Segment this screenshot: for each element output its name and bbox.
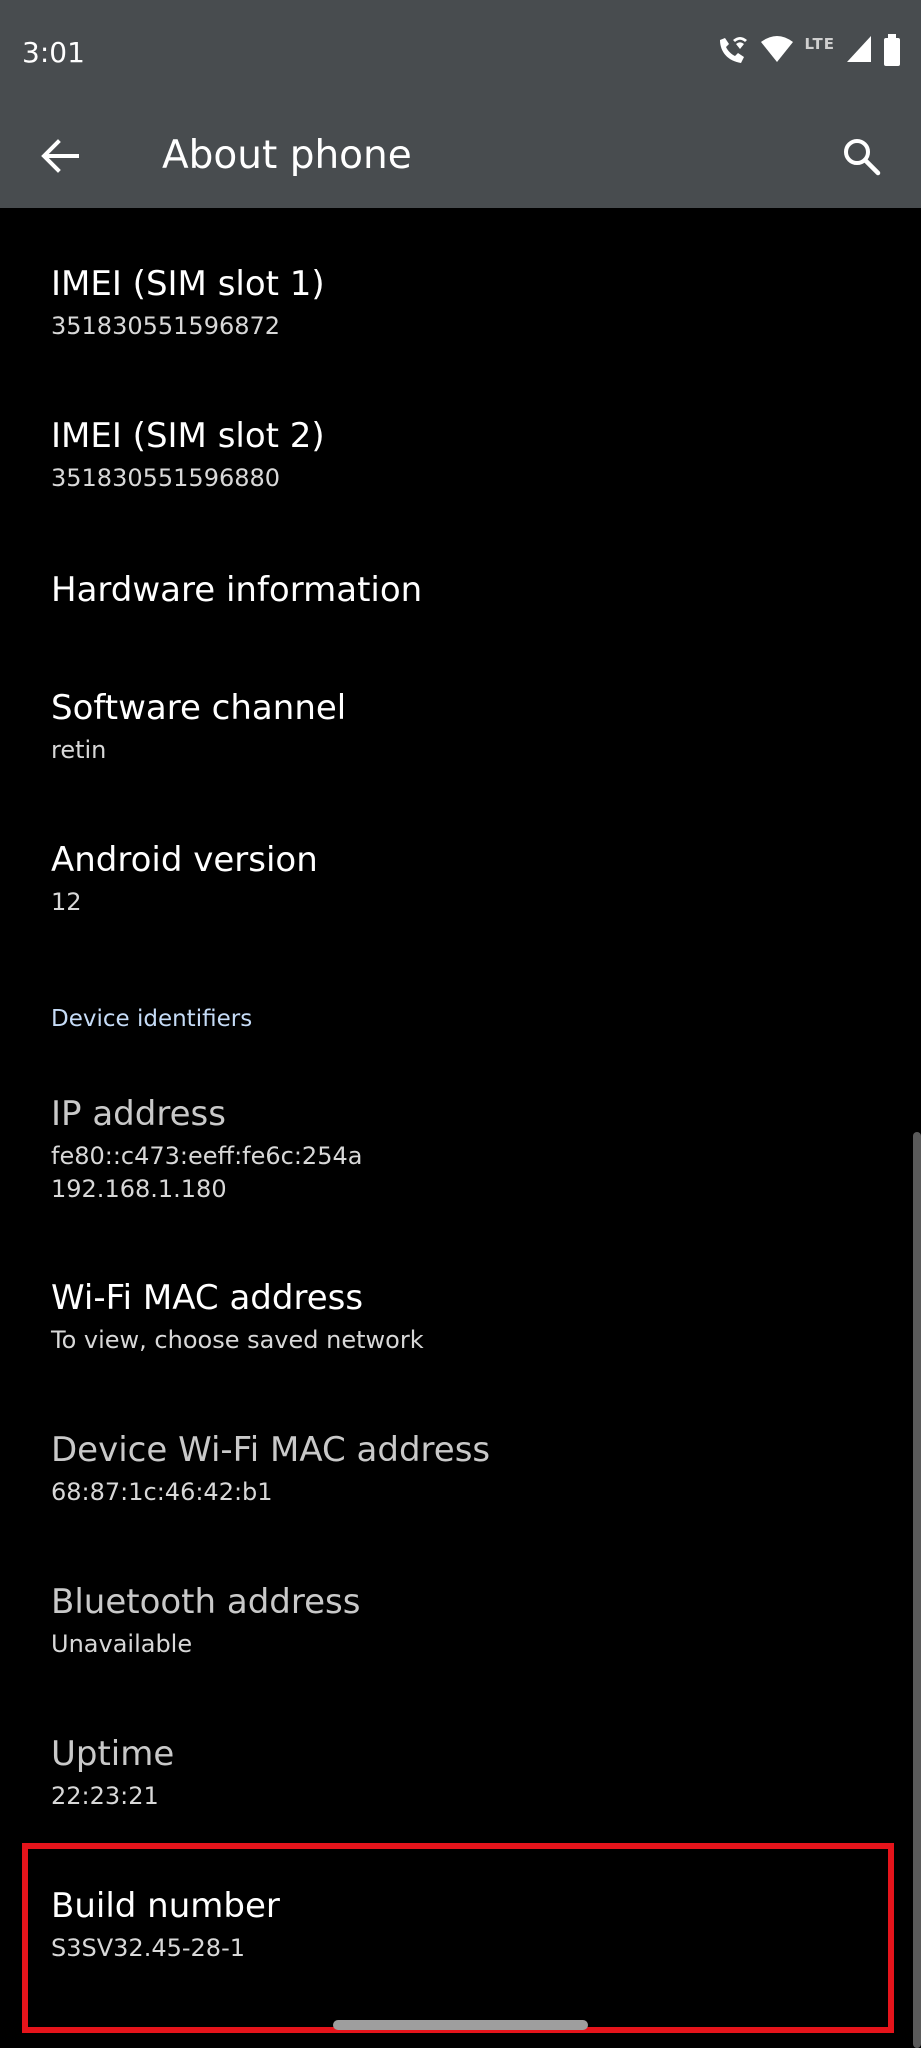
item-summary: 351830551596872 [51,312,281,340]
page-title: About phone [162,133,412,178]
back-button[interactable] [32,130,88,186]
scrollbar-thumb[interactable] [913,1132,921,2048]
cell-signal-icon [845,34,873,64]
item-summary: To view, choose saved network [51,1326,424,1354]
arrow-left-icon [41,139,79,177]
list-item-uptime[interactable]: Uptime 22:23:21 [0,1710,921,1840]
about-phone-screen: 3:01 LTE About phone IMEI (SIM slot 1) 3… [0,0,921,2048]
list-item-android-version[interactable]: Android version 12 [0,816,921,946]
lte-label: LTE [804,35,835,53]
list-item-hardware-information[interactable]: Hardware information [0,544,921,644]
wifi-calling-icon [716,34,750,66]
item-title: IP address [51,1094,226,1134]
item-title: IMEI (SIM slot 2) [51,416,325,456]
item-summary: 22:23:21 [51,1782,159,1810]
item-summary: Unavailable [51,1630,193,1658]
gesture-nav-handle[interactable] [333,2020,588,2030]
list-item-software-channel[interactable]: Software channel retin [0,664,921,794]
item-summary: 351830551596880 [51,464,281,492]
list-item-device-wifi-mac-address[interactable]: Device Wi-Fi MAC address 68:87:1c:46:42:… [0,1406,921,1536]
item-summary: 12 [51,888,82,916]
item-title: Bluetooth address [51,1582,361,1622]
item-title: Uptime [51,1734,175,1774]
build-number-highlight [22,1843,894,2033]
battery-icon [883,34,901,66]
list-item-imei-slot-2[interactable]: IMEI (SIM slot 2) 351830551596880 [0,392,921,522]
list-item-ip-address[interactable]: IP address fe80::c473:eeff:fe6c:254a 192… [0,1070,921,1240]
list-item-wifi-mac-address[interactable]: Wi-Fi MAC address To view, choose saved … [0,1254,921,1384]
item-title: IMEI (SIM slot 1) [51,264,325,304]
list-item-bluetooth-address[interactable]: Bluetooth address Unavailable [0,1558,921,1688]
app-bar: About phone [0,104,921,208]
item-title: Device Wi-Fi MAC address [51,1430,491,1470]
wifi-icon [760,34,794,64]
search-icon [841,136,881,180]
item-summary-line-1: fe80::c473:eeff:fe6c:254a [51,1142,363,1170]
item-title: Software channel [51,688,347,728]
item-title: Hardware information [51,570,423,610]
item-summary-line-2: 192.168.1.180 [51,1175,227,1203]
item-summary: retin [51,736,107,764]
list-item-imei-slot-1[interactable]: IMEI (SIM slot 1) 351830551596872 [0,240,921,370]
item-summary: 68:87:1c:46:42:b1 [51,1478,273,1506]
search-button[interactable] [831,128,891,188]
item-title: Wi-Fi MAC address [51,1278,364,1318]
section-header-device-identifiers: Device identifiers [51,1006,253,1032]
status-icons: LTE [716,34,901,74]
status-time: 3:01 [22,36,85,69]
status-bar: 3:01 LTE [0,0,921,104]
item-title: Android version [51,840,318,880]
